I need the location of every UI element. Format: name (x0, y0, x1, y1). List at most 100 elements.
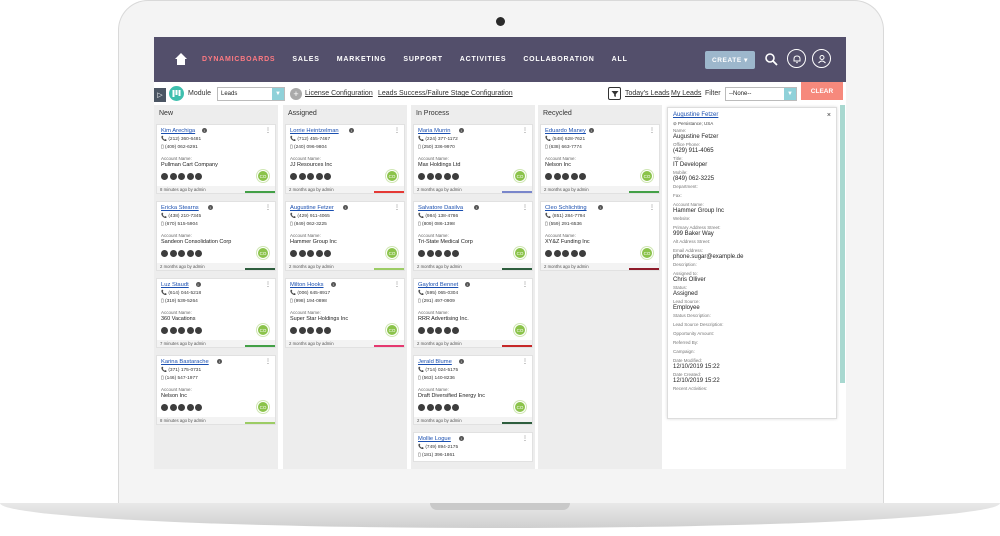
email-icon[interactable] (324, 250, 331, 257)
search-icon[interactable] (764, 52, 778, 66)
board-scrollbar[interactable] (840, 105, 845, 383)
clear-button[interactable]: CLEAR (801, 82, 843, 100)
more-options-icon[interactable]: ⋮ (265, 281, 271, 288)
lead-name-link[interactable]: Cleo Schlichting (545, 205, 587, 211)
info-icon[interactable]: i (458, 128, 464, 133)
email-icon[interactable] (195, 327, 202, 334)
info-icon[interactable]: i (348, 128, 354, 133)
stage-configuration-link[interactable]: Leads Success/Failure Stage Configuratio… (378, 90, 513, 97)
lead-name-link[interactable]: Salvatore Dasilva (418, 205, 463, 211)
task-icon[interactable] (562, 250, 569, 257)
email-icon[interactable] (452, 327, 459, 334)
meeting-icon[interactable] (298, 250, 306, 257)
nav-dynamicboards[interactable]: DYNAMICBOARDS (202, 56, 275, 63)
more-options-icon[interactable]: ⋮ (522, 281, 528, 288)
nav-collaboration[interactable]: COLLABORATION (523, 56, 594, 63)
lead-card[interactable]: Gaylord Bennet i ⋮ 📞 (595) 065-0304 ▯ (2… (413, 278, 533, 348)
info-icon[interactable]: i (195, 282, 201, 287)
task-icon[interactable] (435, 173, 442, 180)
task-icon[interactable] (178, 404, 185, 411)
note-icon[interactable] (315, 327, 323, 334)
lead-card[interactable]: Eduardo Maney i ⋮ 📞 (548) 628-7621 ▯ (63… (540, 124, 660, 194)
more-options-icon[interactable]: ⋮ (522, 435, 528, 442)
more-options-icon[interactable]: ⋮ (522, 204, 528, 211)
task-icon[interactable] (435, 327, 442, 334)
task-icon[interactable] (307, 327, 314, 334)
filter-icon[interactable] (608, 87, 621, 100)
meeting-icon[interactable] (426, 250, 434, 257)
more-options-icon[interactable]: ⋮ (394, 127, 400, 134)
lead-card[interactable]: Cleo Schlichting i ⋮ 📞 (851) 284-7794 ▯ … (540, 201, 660, 271)
meeting-icon[interactable] (169, 173, 177, 180)
call-icon[interactable] (418, 173, 425, 180)
meeting-icon[interactable] (169, 250, 177, 257)
info-icon[interactable]: i (201, 128, 207, 133)
call-icon[interactable] (290, 250, 297, 257)
meeting-icon[interactable] (169, 327, 177, 334)
meeting-icon[interactable] (298, 327, 306, 334)
add-icon[interactable]: + (290, 88, 302, 100)
lead-name-link[interactable]: Ericka Stearns (161, 205, 199, 211)
call-icon[interactable] (545, 173, 552, 180)
sidebar-expand-button[interactable]: ▷ (154, 88, 166, 102)
lead-card[interactable]: Augustine Fetzer i ⋮ 📞 (429) 911-4065 ▯ … (285, 201, 405, 271)
meeting-icon[interactable] (426, 327, 434, 334)
filter-select[interactable]: --None-- ▼ (725, 87, 797, 101)
task-icon[interactable] (307, 173, 314, 180)
note-icon[interactable] (186, 327, 194, 334)
email-icon[interactable] (324, 327, 331, 334)
call-icon[interactable] (161, 250, 168, 257)
note-icon[interactable] (443, 250, 451, 257)
info-icon[interactable]: i (216, 359, 222, 364)
email-icon[interactable] (452, 250, 459, 257)
call-icon[interactable] (161, 173, 168, 180)
task-icon[interactable] (178, 327, 185, 334)
task-icon[interactable] (435, 404, 442, 411)
lead-name-link[interactable]: Luz Staudt (161, 282, 189, 288)
more-options-icon[interactable]: ⋮ (522, 358, 528, 365)
note-icon[interactable] (186, 250, 194, 257)
email-icon[interactable] (452, 173, 459, 180)
nav-support[interactable]: SUPPORT (403, 56, 442, 63)
more-options-icon[interactable]: ⋮ (265, 127, 271, 134)
call-icon[interactable] (161, 404, 168, 411)
user-profile-icon[interactable] (812, 49, 831, 68)
nav-marketing[interactable]: MARKETING (337, 56, 387, 63)
lead-card[interactable]: Karina Bastarache i ⋮ 📞 (371) 175-0731 ▯… (156, 355, 276, 425)
my-leads-link[interactable]: My Leads (671, 90, 701, 97)
meeting-icon[interactable] (169, 404, 177, 411)
lead-card[interactable]: Lorrie Heintzelman i ⋮ 📞 (712) 455-7467 … (285, 124, 405, 194)
info-icon[interactable]: i (597, 205, 603, 210)
meeting-icon[interactable] (426, 404, 434, 411)
meeting-icon[interactable] (553, 173, 561, 180)
info-icon[interactable]: i (342, 205, 348, 210)
lead-name-link[interactable]: Mollie Logue (418, 436, 451, 442)
task-icon[interactable] (178, 173, 185, 180)
lead-name-link[interactable]: Karina Bastarache (161, 359, 209, 365)
nav-activities[interactable]: ACTIVITIES (460, 56, 507, 63)
meeting-icon[interactable] (426, 173, 434, 180)
todays-leads-link[interactable]: Today's Leads (625, 90, 670, 97)
note-icon[interactable] (443, 404, 451, 411)
more-options-icon[interactable]: ⋮ (394, 281, 400, 288)
lead-card[interactable]: Luz Staudt i ⋮ 📞 (614) 044-5218 ▯ (319) … (156, 278, 276, 348)
lead-card[interactable]: Kim Arechiga i ⋮ 📞 (212) 360-6481 ▯ (409… (156, 124, 276, 194)
more-options-icon[interactable]: ⋮ (522, 127, 528, 134)
lead-name-link[interactable]: Maria Murrin (418, 128, 451, 134)
info-icon[interactable]: i (207, 205, 213, 210)
nav-all[interactable]: ALL (612, 56, 628, 63)
note-icon[interactable] (186, 404, 194, 411)
more-options-icon[interactable]: ⋮ (394, 204, 400, 211)
lead-name-link[interactable]: Eduardo Maney (545, 128, 586, 134)
info-icon[interactable]: i (458, 436, 464, 441)
task-icon[interactable] (435, 250, 442, 257)
note-icon[interactable] (186, 173, 194, 180)
lead-card[interactable]: Maria Murrin i ⋮ 📞 (224) 377-1172 ▯ (250… (413, 124, 533, 194)
note-icon[interactable] (570, 250, 578, 257)
email-icon[interactable] (452, 404, 459, 411)
info-icon[interactable]: i (464, 282, 470, 287)
email-icon[interactable] (195, 404, 202, 411)
task-icon[interactable] (562, 173, 569, 180)
email-icon[interactable] (195, 250, 202, 257)
info-icon[interactable]: i (588, 128, 594, 133)
